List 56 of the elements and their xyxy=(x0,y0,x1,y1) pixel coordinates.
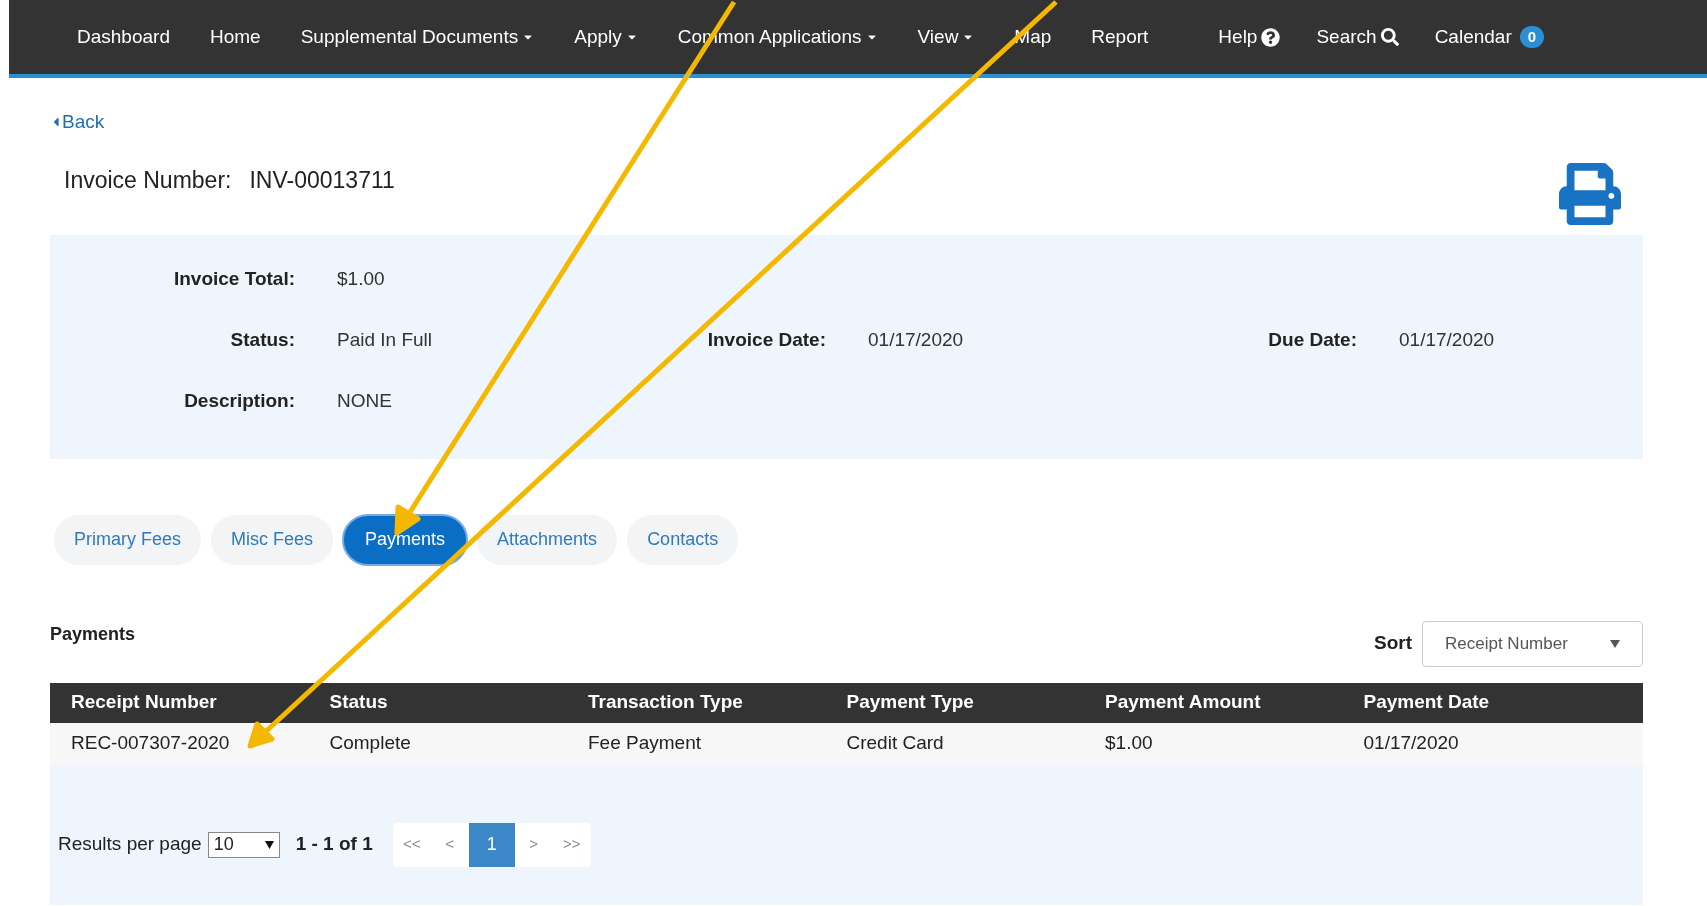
nav-link[interactable]: Calendar 0 xyxy=(1434,22,1545,52)
search-icon xyxy=(1380,28,1399,46)
table-cell-text: $1.00 xyxy=(1105,731,1154,756)
page-button[interactable]: > xyxy=(514,822,553,867)
field-label: Status: xyxy=(229,327,295,352)
field-value: $1.00 xyxy=(337,266,386,291)
sort-dropdown[interactable]: Receipt Number xyxy=(1422,620,1643,667)
tab[interactable]: Contacts xyxy=(627,514,739,565)
caret-down-icon xyxy=(264,840,274,849)
nav-link[interactable]: Report xyxy=(1091,22,1149,52)
tab[interactable]: Primary Fees xyxy=(54,514,201,565)
page-button[interactable]: >> xyxy=(552,822,591,867)
caret-down-icon xyxy=(1610,639,1620,648)
invoice-number: INV-00013711 xyxy=(249,165,395,195)
results-per-page-label: Results per page xyxy=(58,832,202,857)
nav-link[interactable]: View xyxy=(917,22,975,52)
field-label: Invoice Date: xyxy=(706,327,826,352)
tab[interactable]: Attachments xyxy=(477,514,618,565)
column-header: Receipt Number xyxy=(71,690,218,715)
page-button[interactable]: 1 xyxy=(468,822,515,867)
per-page-dropdown[interactable]: 10 xyxy=(207,831,280,858)
nav-link[interactable]: Home xyxy=(209,22,261,52)
tab[interactable]: Misc Fees xyxy=(211,514,334,565)
column-header: Payment Date xyxy=(1363,690,1491,715)
table-cell-text: REC-007307-2020 xyxy=(71,731,231,756)
table-cell-text: Complete xyxy=(329,731,412,756)
field-value: Paid In Full xyxy=(337,327,434,352)
page-range: 1 - 1 of 1 xyxy=(295,832,373,857)
help-icon xyxy=(1261,27,1281,47)
sort-label: Sort xyxy=(1374,631,1412,656)
table-cell-text: Fee Payment xyxy=(588,731,702,756)
back-link[interactable]: Back xyxy=(50,108,105,137)
field-value: 01/17/2020 xyxy=(868,327,965,352)
table-cell-text: Credit Card xyxy=(846,731,945,756)
section-title: Payments xyxy=(50,622,136,646)
tab[interactable]: Payments xyxy=(343,514,468,565)
field-label: Invoice Total: xyxy=(172,266,295,291)
nav-link[interactable]: Apply xyxy=(574,22,638,52)
field-label: Due Date: xyxy=(1267,327,1357,352)
nav-link[interactable]: Dashboard xyxy=(77,22,170,52)
page-button[interactable]: << xyxy=(392,822,431,867)
field-label: Description: xyxy=(183,388,295,413)
page-button[interactable]: < xyxy=(430,822,469,867)
nav-link[interactable]: Supplemental Documents xyxy=(300,22,535,52)
table-cell-text: 01/17/2020 xyxy=(1363,731,1460,756)
field-value: NONE xyxy=(337,388,393,413)
nav-link[interactable]: Search xyxy=(1316,22,1399,52)
nav-link[interactable]: Help xyxy=(1218,22,1281,52)
print-icon[interactable] xyxy=(1558,162,1622,225)
column-header: Payment Type xyxy=(846,690,975,715)
count-badge: 0 xyxy=(1519,26,1545,48)
invoice-number-label: Invoice Number: xyxy=(64,165,232,195)
field-value: 01/17/2020 xyxy=(1399,327,1496,352)
column-header: Status xyxy=(329,690,389,715)
column-header: Payment Amount xyxy=(1105,690,1262,715)
column-header: Transaction Type xyxy=(588,690,744,715)
